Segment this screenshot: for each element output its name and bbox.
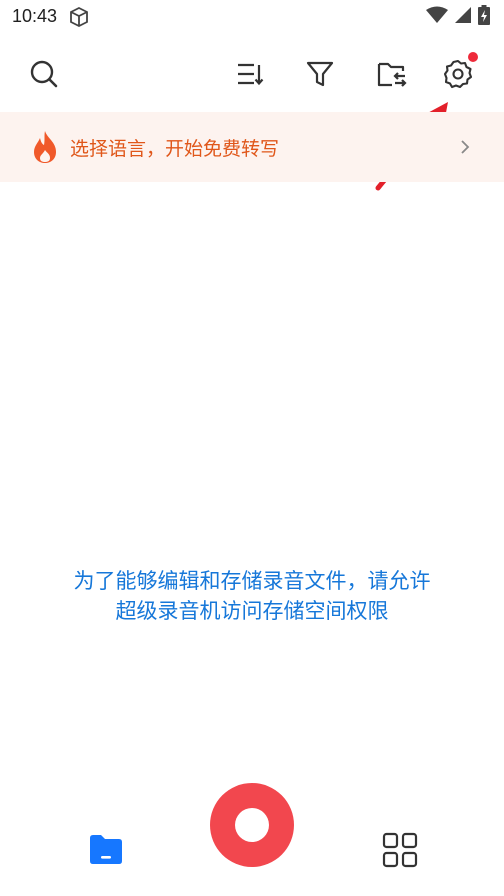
- language-banner[interactable]: 选择语言，开始免费转写: [0, 112, 504, 182]
- sort-button[interactable]: [228, 44, 272, 104]
- sort-icon: [238, 63, 264, 86]
- toolbar: [0, 44, 504, 104]
- wifi-icon: [426, 6, 448, 28]
- flame-icon: [34, 131, 56, 163]
- nav-files-button[interactable]: [86, 830, 126, 870]
- move-folder-button[interactable]: [370, 44, 414, 104]
- record-button[interactable]: [210, 783, 294, 867]
- settings-button[interactable]: [436, 44, 480, 104]
- battery-charging-icon: [478, 5, 490, 29]
- status-bar: 10:43: [0, 0, 504, 34]
- status-time: 10:43: [12, 6, 58, 26]
- permission-text-line2: 超级录音机访问存储空间权限: [115, 599, 389, 623]
- notification-badge: [468, 52, 478, 62]
- folder-move-icon: [377, 62, 407, 87]
- record-dot: [235, 808, 269, 842]
- signal-icon: [454, 6, 472, 28]
- settings-icon: [443, 59, 473, 89]
- banner-label: 选择语言，开始免费转写: [70, 138, 280, 160]
- filter-icon: [306, 61, 334, 87]
- search-icon: [30, 60, 58, 88]
- permission-text-line1: 为了能够编辑和存储录音文件，请允许: [73, 569, 431, 593]
- apps-grid-icon: [382, 832, 418, 868]
- box-icon: [68, 6, 90, 28]
- search-button[interactable]: [22, 44, 66, 104]
- files-icon: [90, 835, 122, 864]
- status-indicators: [426, 5, 490, 29]
- chevron-right-icon: [461, 140, 470, 154]
- nav-apps-button[interactable]: [380, 830, 420, 870]
- filter-button[interactable]: [298, 44, 342, 104]
- storage-permission-link[interactable]: 为了能够编辑和存储录音文件，请允许 超级录音机访问存储空间权限: [0, 566, 504, 626]
- bottom-nav: [0, 780, 504, 880]
